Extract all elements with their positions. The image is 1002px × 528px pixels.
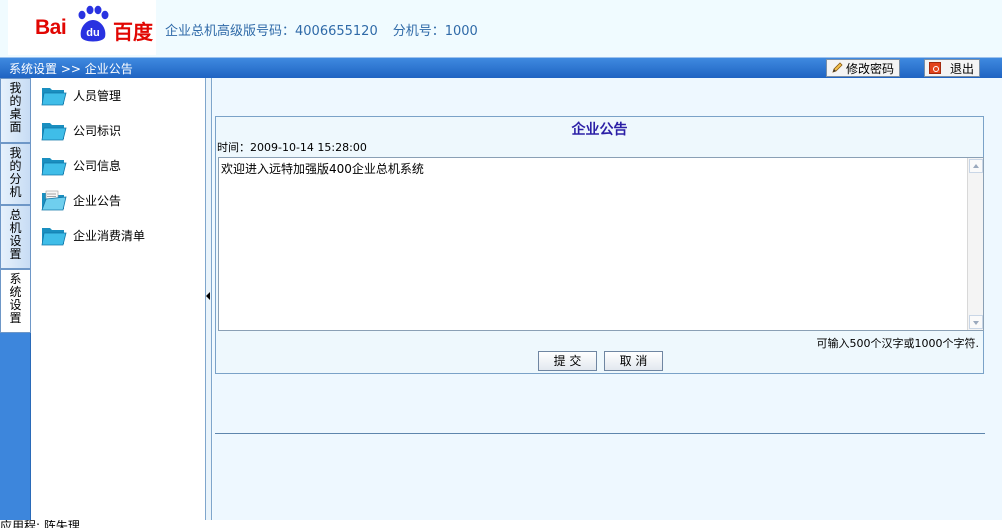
announcement-text: 欢迎进入远特加强版400企业总机系统 [221, 162, 424, 176]
sidebar-item-company-info[interactable]: 公司信息 [41, 151, 121, 179]
folder-icon [41, 228, 67, 246]
scroll-up-icon[interactable] [969, 159, 983, 173]
announcement-panel: 企业公告 时间：2009-10-14 15:28:00 欢迎进入远特加强版400… [215, 116, 984, 374]
cancel-button[interactable]: 取 消 [604, 351, 663, 371]
panel-title: 企业公告 [571, 122, 628, 138]
logo-text: Bai [35, 16, 67, 39]
sidebar-item-announcement[interactable]: 企业公告 [41, 186, 121, 214]
change-password-label: 修改密码 [846, 61, 895, 76]
header-info: 企业总机高级版号码：4006655120 分机号：1000 [165, 20, 478, 39]
trunk-number: 企业总机高级版号码：4006655120 [165, 24, 378, 39]
change-password-button[interactable]: 修改密码 [826, 59, 900, 77]
status-text: 应用程: 阵失理 [0, 520, 80, 528]
main-content: 企业公告 时间：2009-10-14 15:28:00 欢迎进入远特加强版400… [213, 78, 1002, 520]
baidu-logo: Bai du 百度 [8, 0, 156, 55]
logo-cn: 百度 [113, 20, 153, 44]
tab-my-extension[interactable]: 我的分机 [0, 143, 31, 205]
exit-icon [929, 62, 941, 74]
announcement-textarea[interactable]: 欢迎进入远特加强版400企业总机系统 [218, 157, 984, 331]
submit-button[interactable]: 提 交 [538, 351, 597, 371]
nav-bar: 系统设置 >> 企业公告 修改密码 退出 [0, 57, 1002, 78]
folder-icon [41, 123, 67, 141]
scroll-down-icon[interactable] [969, 315, 983, 329]
status-bar: 应用程: 阵失理 [0, 520, 1002, 528]
sidebar-menu: 人员管理 公司标识 公司信息 企业公告 企业消费清单 [31, 78, 205, 520]
vertical-tabs: 我的桌面 我的分机 总机设置 系统设置 [0, 78, 31, 520]
open-folder-icon [41, 190, 67, 211]
breadcrumb: 系统设置 >> 企业公告 [9, 62, 133, 76]
tab-my-desktop[interactable]: 我的桌面 [0, 78, 31, 143]
exit-button[interactable]: 退出 [924, 59, 980, 77]
app-window: Bai du 百度 企业总机高级版号码：4006655120 分机号：1000 系… [0, 0, 1002, 528]
sidebar-item-company-logo[interactable]: 公司标识 [41, 116, 121, 144]
tab-system-settings[interactable]: 系统设置 [0, 269, 31, 333]
textarea-scrollbar[interactable] [967, 158, 983, 330]
input-limit-hint: 可输入500个汉字或1000个字符. [816, 337, 980, 350]
paw-icon: du [78, 5, 109, 42]
exit-label: 退出 [950, 61, 975, 76]
header: Bai du 百度 企业总机高级版号码：4006655120 分机号：1000 [0, 0, 1002, 57]
sidebar-item-consumption-list[interactable]: 企业消费清单 [41, 221, 145, 249]
extension-number: 分机号：1000 [392, 24, 478, 39]
divider [215, 433, 985, 434]
folder-icon [41, 88, 67, 106]
collapse-arrow-icon[interactable] [206, 292, 210, 300]
sidebar-item-personnel[interactable]: 人员管理 [41, 81, 121, 109]
paw-text: du [86, 27, 99, 39]
folder-icon [41, 158, 67, 176]
pencil-icon [832, 62, 843, 73]
announcement-time: 时间：2009-10-14 15:28:00 [217, 141, 367, 154]
tab-trunk-settings[interactable]: 总机设置 [0, 205, 31, 269]
sidebar-splitter[interactable] [205, 78, 212, 520]
